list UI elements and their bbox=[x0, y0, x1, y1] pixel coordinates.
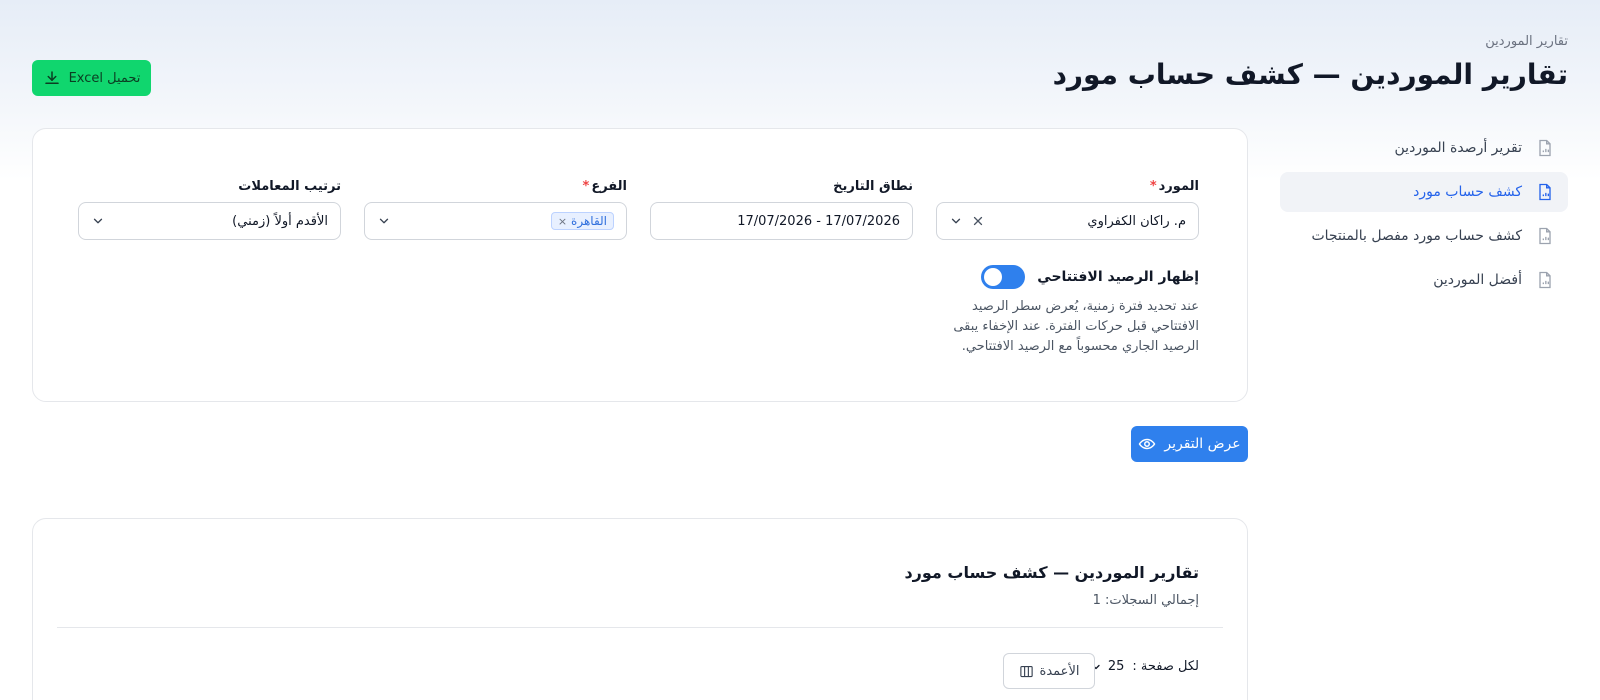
date-range-value: 17/07/2026 - 17/07/2026 bbox=[737, 213, 900, 229]
results-card: تقارير الموردين — كشف حساب مورد إجمالي ا… bbox=[32, 518, 1248, 700]
chevron-down-icon bbox=[93, 218, 103, 224]
sidebar-item-supplier-balances[interactable]: تقرير أرصدة الموردين bbox=[1280, 128, 1568, 168]
results-title: تقارير الموردين — كشف حساب مورد bbox=[904, 563, 1199, 582]
per-page-label: لكل صفحة : bbox=[1132, 659, 1199, 674]
total-records: إجمالي السجلات: 1 bbox=[1092, 593, 1199, 608]
branch-select[interactable]: القاهرة × bbox=[364, 202, 627, 240]
opening-balance-row: إظهار الرصيد الافتتاحي bbox=[981, 265, 1199, 289]
sidebar-item-label: كشف حساب مورد bbox=[1413, 184, 1522, 200]
transaction-order-value: الأقدم أولاً (زمني) bbox=[232, 213, 328, 229]
sidebar-item-supplier-statement-products[interactable]: كشف حساب مورد مفصل بالمنتجات bbox=[1280, 216, 1568, 256]
chevron-down-icon bbox=[379, 218, 389, 224]
clear-icon[interactable] bbox=[971, 214, 985, 228]
sidebar-item-top-suppliers[interactable]: أفضل الموردين bbox=[1280, 260, 1568, 300]
sidebar-item-label: تقرير أرصدة الموردين bbox=[1394, 140, 1522, 156]
columns-button-label: الأعمدة bbox=[1039, 663, 1080, 679]
sidebar-item-label: أفضل الموردين bbox=[1433, 272, 1522, 288]
eye-icon bbox=[1139, 438, 1156, 450]
sidebar-item-label: كشف حساب مورد مفصل بالمنتجات bbox=[1311, 228, 1522, 244]
supplier-value: م. راكان الكفراوي bbox=[1087, 213, 1186, 229]
branch-tag: القاهرة × bbox=[550, 212, 614, 230]
columns-button[interactable]: الأعمدة bbox=[1003, 653, 1095, 689]
branch-label: الفرع* bbox=[582, 179, 627, 194]
per-page-value: 25 bbox=[1107, 659, 1125, 674]
branch-tag-label: القاهرة bbox=[571, 214, 607, 228]
report-file-icon bbox=[1534, 225, 1556, 247]
supplier-field: المورد* م. راكان الكفراوي bbox=[936, 179, 1199, 240]
remove-tag-icon[interactable]: × bbox=[558, 215, 567, 228]
date-range-field: نطاق التاريخ 17/07/2026 - 17/07/2026 bbox=[650, 179, 913, 240]
opening-balance-toggle[interactable] bbox=[981, 265, 1026, 289]
per-page-control: لكل صفحة : 25 bbox=[1080, 659, 1199, 674]
download-excel-button[interactable]: تحميل Excel bbox=[32, 60, 151, 96]
filters-card: المورد* م. راكان الكفراوي نطاق التاريخ 1… bbox=[32, 128, 1248, 402]
chevron-down-icon bbox=[951, 218, 961, 224]
columns-icon bbox=[1019, 665, 1033, 677]
report-file-icon bbox=[1534, 269, 1556, 291]
toggle-knob bbox=[984, 268, 1003, 286]
transaction-order-field: ترتيب المعاملات الأقدم أولاً (زمني) bbox=[78, 179, 341, 240]
per-page-select[interactable]: 25 bbox=[1090, 659, 1125, 674]
transaction-order-label: ترتيب المعاملات bbox=[238, 179, 341, 194]
branch-field: الفرع* القاهرة × bbox=[364, 179, 627, 240]
sidebar-item-supplier-statement[interactable]: كشف حساب مورد bbox=[1280, 172, 1568, 212]
show-report-button[interactable]: عرض التقرير bbox=[1131, 426, 1248, 462]
transaction-order-select[interactable]: الأقدم أولاً (زمني) bbox=[78, 202, 341, 240]
excel-button-label: تحميل Excel bbox=[68, 70, 141, 86]
report-file-icon bbox=[1534, 181, 1556, 203]
opening-balance-help: عند تحديد فترة زمنية، يُعرض سطر الرصيد ا… bbox=[953, 299, 1199, 354]
divider bbox=[57, 627, 1223, 628]
date-range-label: نطاق التاريخ bbox=[833, 179, 913, 194]
date-range-input[interactable]: 17/07/2026 - 17/07/2026 bbox=[650, 202, 913, 240]
report-file-icon bbox=[1534, 137, 1556, 159]
show-report-label: عرض التقرير bbox=[1164, 436, 1241, 452]
opening-balance-label: إظهار الرصيد الافتتاحي bbox=[1037, 269, 1199, 285]
reports-sidebar: تقرير أرصدة الموردين كشف حساب مورد كشف ح… bbox=[1280, 128, 1568, 304]
download-icon bbox=[44, 71, 59, 84]
supplier-label: المورد* bbox=[1149, 179, 1199, 194]
required-mark: * bbox=[582, 179, 590, 194]
supplier-select[interactable]: م. راكان الكفراوي bbox=[936, 202, 1199, 240]
page-title: تقارير الموردين — كشف حساب مورد bbox=[1052, 58, 1568, 91]
breadcrumb[interactable]: تقارير الموردين bbox=[1485, 34, 1568, 49]
required-mark: * bbox=[1149, 179, 1157, 194]
